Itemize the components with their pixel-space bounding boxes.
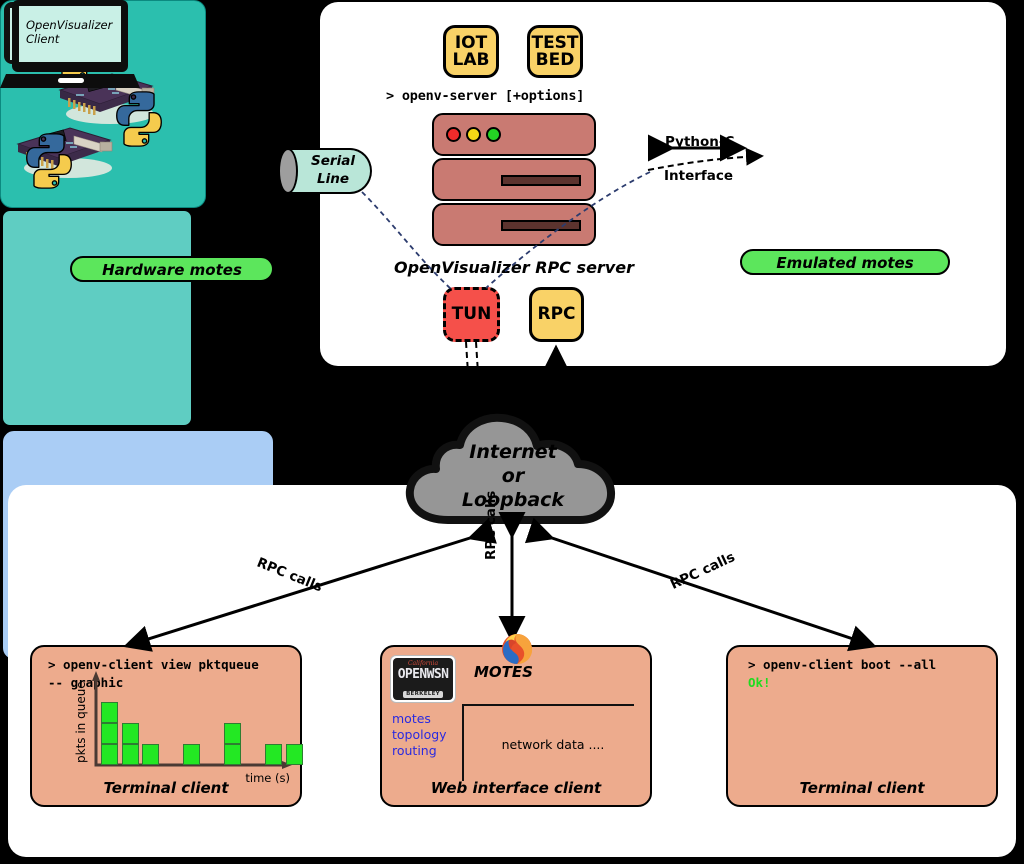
openwsn-logo-plate: California OPENWSN BERKELEY [390,655,456,703]
chart-bar-segment [101,702,118,723]
web-nav-link-routing[interactable]: routing [392,743,437,758]
web-content-placeholder: network data .... [501,737,605,752]
badge-tun: TUN [443,287,500,342]
cloud-label-line3: Loopback [461,489,565,511]
badge-tun-label: TUN [451,304,492,324]
pkt-queue-bar-chart: pkts in queue time (s) [74,669,303,785]
badge-rpc-label: RPC [537,304,576,324]
chart-bar-segment [224,744,241,765]
badge-iot-lab: IOT LAB [443,25,499,78]
window-minimize-dot-icon [466,127,481,142]
cloud-label-line2: or [501,465,525,487]
badge-iot-lab-line1: IOT [454,32,488,53]
terminal-boot-caption: Terminal client [799,779,925,797]
window-maximize-dot-icon [486,127,501,142]
client-laptop-caption-line1: OpenVisualizer [26,18,113,32]
chart-bar-segment [224,723,241,744]
cloud-label: Internet or Loopback [404,440,622,512]
chart-bar-segment [183,744,200,765]
rpc-server-title: OpenVisualizer RPC server [394,258,634,277]
server-side-panel [320,2,1006,366]
emulated-motes-panel [0,25,194,428]
web-interface-caption: Web interface client [430,779,602,797]
window-slot-icon [501,175,581,186]
client-laptop-caption: OpenVisualizer Client [26,18,118,46]
badge-test-bed: TEST BED [527,25,583,78]
chart-bar-segment [285,744,303,765]
server-terminal-window-3 [432,203,596,246]
web-divider-horizontal [462,704,634,706]
terminal-client-graphic-box: > openv-client view pktqueue -- graphic … [30,645,303,807]
hardware-motes-label: Hardware motes [70,256,274,282]
terminal-boot-response: Ok! [748,675,771,690]
web-section-title: MOTES [474,663,533,681]
badge-test-bed-line1: TEST [531,32,579,53]
plate-top-text: California [407,660,439,667]
web-interface-client-box: California OPENWSN BERKELEY MOTES motes … [380,645,652,807]
plate-main-text: OPENWSN [397,667,449,682]
python-c-label-line2: Interface [664,168,734,184]
web-nav-link-topology[interactable]: topology [392,727,447,742]
terminal-client-boot-box: > openv-client boot --all Ok! Terminal c… [726,645,998,807]
chart-bar-segment [101,723,118,744]
server-command-line: > openv-server [+options] [386,88,585,104]
client-laptop-caption-line2: Client [26,32,60,46]
terminal-graphic-caption: Terminal client [103,779,229,797]
server-terminal-window-2 [432,158,596,201]
server-terminal-window-1 [432,113,596,156]
python-logo-icon [116,91,162,147]
cloud-label-line1: Internet [469,441,557,463]
badge-rpc: RPC [529,287,584,342]
serial-line-text-line1: Serial [311,153,355,169]
emulated-motes-label: Emulated motes [740,249,950,275]
chart-bar-segment [265,744,282,765]
chart-bar-segment [121,744,139,765]
serial-line-text-line2: Line [317,171,349,187]
window-slot-icon [501,220,581,231]
python-c-label-line1: Python-C [665,134,735,150]
web-nav-link-motes[interactable]: motes [392,711,431,726]
badge-test-bed-line2: BED [535,49,575,70]
serial-line-connector: Serial Line [278,148,372,194]
plate-bottom-text: BERKELEY [403,691,443,698]
serial-line-text: Serial Line [294,152,372,188]
badge-iot-lab-line2: LAB [452,49,490,70]
window-close-dot-icon [446,127,461,142]
web-divider-vertical [462,704,464,781]
python-logo-icon [26,133,72,189]
firefox-icon [502,634,533,664]
chart-bar-segment [121,723,139,744]
chart-bar-segment [101,744,118,765]
terminal-boot-command: > openv-client boot --all [748,657,937,672]
chart-bar-segment [142,744,159,765]
diagram-canvas: Hardware motes Emulated motes > openv-se… [0,0,1024,864]
openwsn-plate-inner: California OPENWSN BERKELEY [393,658,453,700]
serial-to-motes-arrow [235,169,277,189]
